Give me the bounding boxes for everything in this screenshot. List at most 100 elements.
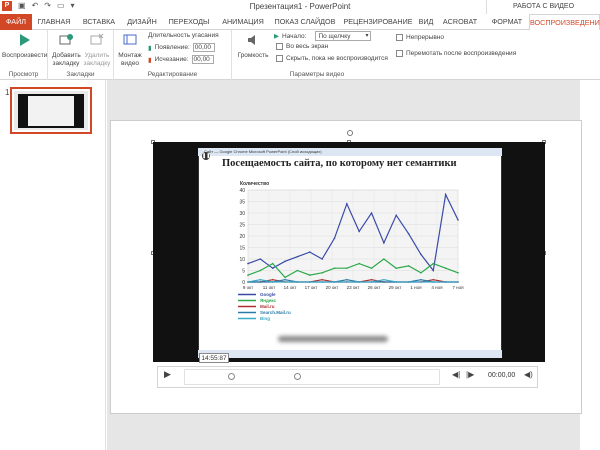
- tab-design[interactable]: ДИЗАЙН: [123, 14, 161, 30]
- chart-data-point: [383, 258, 385, 260]
- add-bookmark-icon: [59, 34, 73, 45]
- thumbnail-video-content: [28, 96, 74, 126]
- chart-ylabel: Количество: [240, 181, 269, 187]
- chart-xtick-label: 26 окт: [368, 285, 381, 290]
- chart-data-point: [420, 253, 422, 256]
- player-volume-icon[interactable]: ◀): [524, 370, 533, 379]
- fade-in-icon: ▮: [148, 44, 152, 52]
- fullscreen-checkbox[interactable]: [276, 43, 283, 50]
- volume-button[interactable]: Громкость: [236, 33, 270, 60]
- chart-ytick-label: 15: [239, 246, 245, 252]
- fullscreen-option[interactable]: Во весь экран: [276, 43, 328, 50]
- chart-xtick-label: 11 окт: [263, 285, 276, 290]
- play-button[interactable]: Воспроизвести: [2, 33, 48, 60]
- chart-data-point: [296, 269, 299, 272]
- chart-data-point: [284, 281, 286, 283]
- chart-data-point: [407, 281, 410, 283]
- tab-transitions[interactable]: ПЕРЕХОДЫ: [163, 14, 215, 30]
- chart-data-point: [358, 281, 360, 283]
- chart-xtick-label: 7 ноя: [452, 285, 464, 290]
- fade-in-label: Появление:: [154, 44, 190, 51]
- tab-view[interactable]: ВИД: [417, 14, 435, 30]
- chart-xtick-label: 14 окт: [284, 285, 297, 290]
- fade-in-input[interactable]: 00,00: [192, 43, 215, 52]
- chart-xtick-label: 23 окт: [347, 285, 360, 290]
- volume-icon: [248, 35, 255, 45]
- chart-data-point: [432, 262, 435, 265]
- tab-slideshow[interactable]: ПОКАЗ СЛАЙДОВ: [271, 14, 339, 30]
- chart-data-point: [321, 278, 323, 281]
- fullscreen-label: Во весь экран: [286, 43, 329, 50]
- tab-insert[interactable]: ВСТАВКА: [77, 14, 121, 30]
- timeline-rail[interactable]: [184, 369, 440, 385]
- rewind-option[interactable]: Перемотать после воспроизведения: [396, 50, 516, 57]
- chart-data-point: [457, 219, 459, 221]
- chart-data-point: [432, 278, 435, 281]
- tab-format[interactable]: ФОРМАТ: [487, 14, 527, 30]
- chart-xtick-label: 29 окт: [389, 285, 402, 290]
- rewind-label: Перемотать после воспроизведения: [406, 50, 517, 57]
- chart-data-point: [457, 272, 459, 274]
- rotate-handle[interactable]: [347, 130, 353, 136]
- fade-out-label: Исчезание:: [154, 56, 189, 63]
- video-inner-taskbar: [198, 350, 502, 358]
- play-icon: [20, 34, 30, 46]
- chart-xtick-label: 20 окт: [326, 285, 339, 290]
- group-bookmarks-label: Закладки: [66, 71, 95, 78]
- traffic-line-chart: Количество05101520253035409 окт 11 окт 14 …: [238, 181, 464, 321]
- chart-data-point: [346, 281, 348, 283]
- chart-data-point: [420, 281, 422, 283]
- group-video-options-label: Параметры видео: [289, 71, 345, 78]
- slide-thumbnail[interactable]: [10, 87, 92, 134]
- chart-data-point: [259, 258, 262, 260]
- tab-playback[interactable]: ВОСПРОИЗВЕДЕНИЕ: [529, 14, 600, 31]
- remove-bookmark-button[interactable]: Удалить закладку: [82, 33, 112, 68]
- chart-data-point: [358, 262, 360, 265]
- player-time: 00:00,00: [488, 372, 516, 379]
- tab-home[interactable]: ГЛАВНАЯ: [33, 14, 75, 30]
- chart-data-point: [333, 281, 336, 283]
- play-button-label: Воспроизвести: [2, 52, 48, 59]
- chart-ytick-label: 30: [239, 211, 245, 217]
- rewind-checkbox[interactable]: [396, 50, 403, 57]
- tab-review[interactable]: РЕЦЕНЗИРОВАНИЕ: [341, 14, 415, 30]
- loop-option[interactable]: Непрерывно: [396, 34, 444, 41]
- start-dropdown[interactable]: По щелчку: [315, 31, 372, 41]
- chart-xtick-label: 17 окт: [305, 285, 318, 290]
- start-row: ▶ Начало: По щелчку: [274, 31, 372, 41]
- chart-data-point: [395, 214, 398, 217]
- loop-checkbox[interactable]: [396, 34, 403, 41]
- hide-checkbox[interactable]: [276, 55, 283, 62]
- chart-data-point: [271, 278, 274, 281]
- ribbon-tabs: ФАЙЛ ГЛАВНАЯ ВСТАВКА ДИЗАЙН ПЕРЕХОДЫ АНИ…: [0, 14, 600, 31]
- chart-data-point: [296, 255, 299, 258]
- timeline-bookmark-2[interactable]: [294, 373, 301, 380]
- player-back-icon[interactable]: ◀|: [452, 370, 460, 379]
- chart-data-point: [420, 278, 422, 281]
- tab-acrobat[interactable]: ACROBAT: [441, 14, 479, 30]
- tab-file[interactable]: ФАЙЛ: [0, 14, 32, 30]
- player-forward-icon[interactable]: |▶: [466, 370, 474, 379]
- hide-label: Скрыть, пока не воспроизводится: [286, 55, 388, 62]
- player-play-icon[interactable]: ▶: [164, 369, 171, 380]
- chart-data-point: [284, 260, 286, 263]
- chart-data-point: [383, 242, 385, 244]
- fade-out-icon: ▮: [148, 56, 152, 64]
- chart-data-point: [444, 281, 447, 283]
- tab-animation[interactable]: АНИМАЦИЯ: [217, 14, 269, 30]
- chart-data-point: [407, 265, 410, 267]
- add-bookmark-button[interactable]: Добавить закладку: [52, 33, 81, 68]
- timeline-bookmark-1[interactable]: [228, 373, 235, 380]
- start-icon: ▶: [274, 33, 279, 40]
- chart-data-point: [420, 272, 422, 274]
- trim-video-button[interactable]: Монтаж видео: [116, 33, 144, 68]
- group-preview: Воспроизвести Просмотр: [0, 30, 48, 80]
- chart-data-point: [444, 267, 447, 269]
- hide-option[interactable]: Скрыть, пока не воспроизводится: [276, 55, 388, 62]
- remove-bookmark-label: Удалить закладку: [83, 52, 111, 67]
- chart-data-point: [407, 232, 410, 235]
- chart-data-point: [444, 193, 447, 196]
- chart-ytick-label: 5: [242, 269, 245, 275]
- chart-data-point: [333, 237, 336, 240]
- fade-out-input[interactable]: 00,00: [191, 55, 214, 64]
